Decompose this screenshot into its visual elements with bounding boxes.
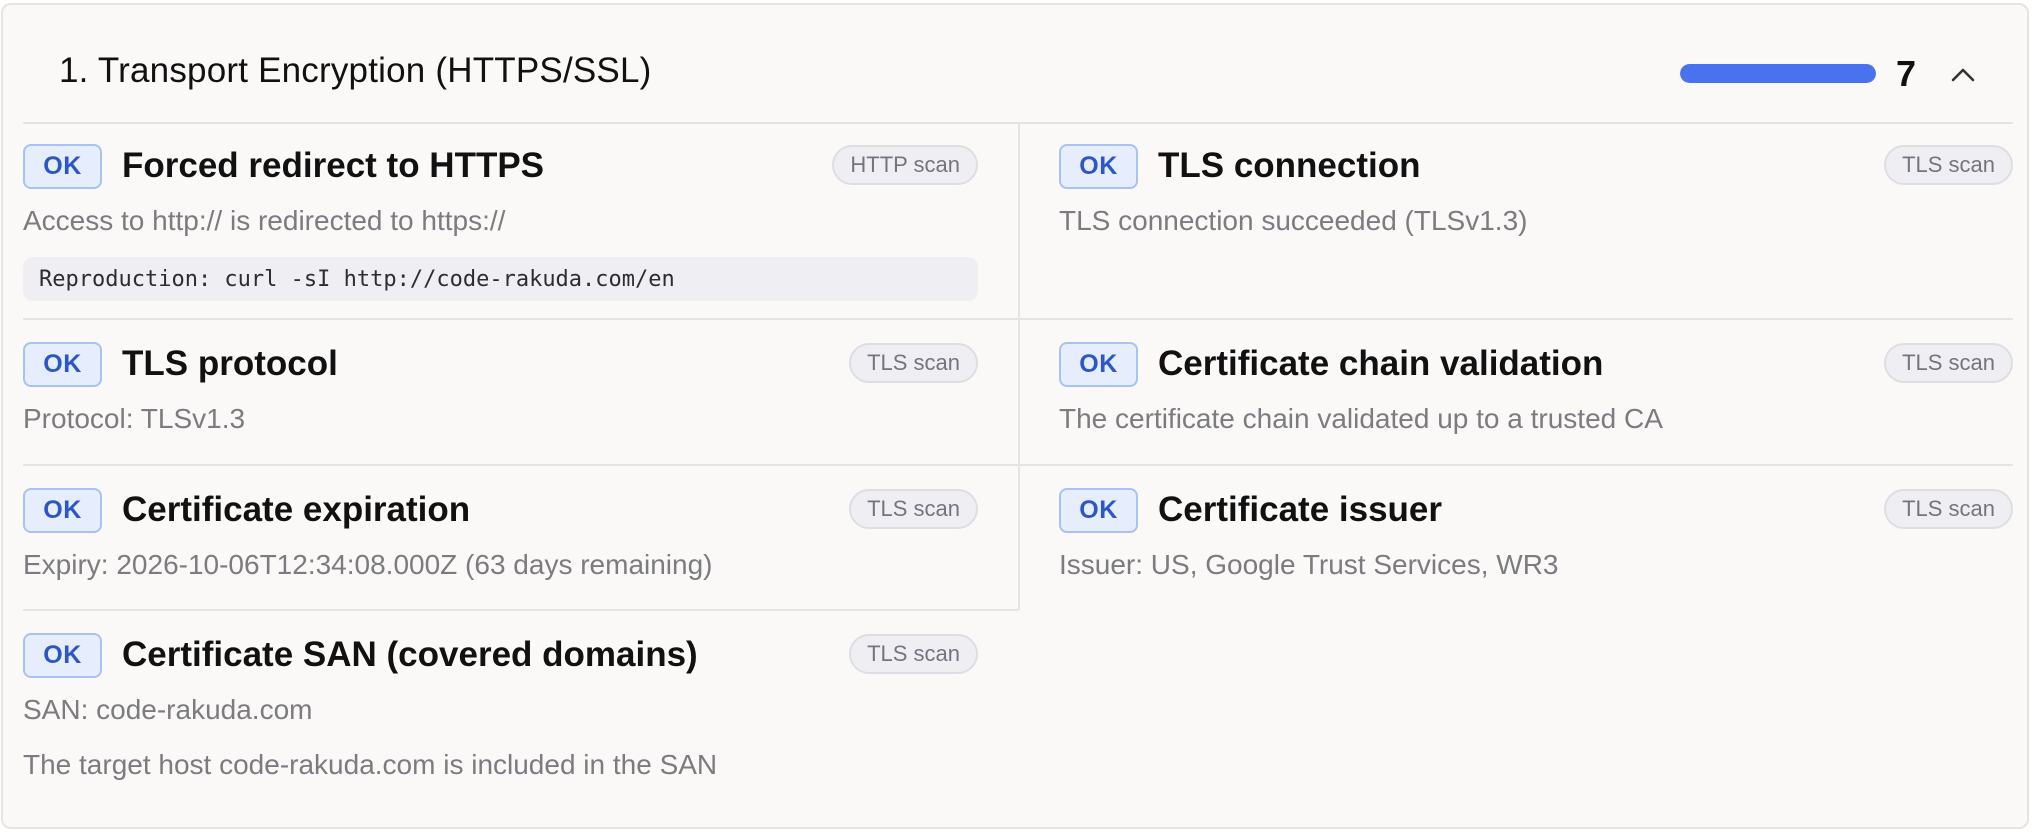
section-title: 1. Transport Encryption (HTTPS/SSL) [59,51,652,90]
check-title: TLS protocol [122,344,338,383]
divider [1018,122,1020,610]
status-badge: OK [1059,342,1138,387]
check-item: OK Certificate SAN (covered domains) TLS… [23,633,978,803]
scan-tag: TLS scan [1884,489,2013,529]
check-description: Expiry: 2026-10-06T12:34:08.000Z (63 day… [23,549,713,580]
progress-fill [1680,64,1876,83]
check-title: Certificate issuer [1158,490,1443,529]
status-badge: OK [23,633,102,678]
reproduction-command: Reproduction: curl -sI http://code-rakud… [23,257,978,301]
check-title: Forced redirect to HTTPS [122,146,545,185]
status-badge: OK [1059,144,1138,189]
check-description: The target host code-rakuda.com is inclu… [23,749,718,780]
check-item: OK Forced redirect to HTTPS HTTP scan Ac… [23,144,978,304]
check-description: Access to http:// is redirected to https… [23,205,506,236]
check-item: OK TLS connection TLS scan TLS connectio… [1059,144,2013,304]
status-badge: OK [23,342,102,387]
status-badge: OK [23,144,102,189]
check-description: Protocol: TLSv1.3 [23,403,246,434]
section-header[interactable]: 1. Transport Encryption (HTTPS/SSL) 7 [3,5,2027,122]
check-description: Issuer: US, Google Trust Services, WR3 [1059,549,1559,580]
check-title: TLS connection [1158,146,1421,185]
scan-tag: TLS scan [849,489,978,529]
status-badge: OK [1059,488,1138,533]
scan-tag: TLS scan [849,343,978,383]
scan-tag: TLS scan [1884,343,2013,383]
scan-tag: TLS scan [1884,145,2013,185]
check-description: The certificate chain validated up to a … [1059,403,1663,434]
transport-encryption-panel: 1. Transport Encryption (HTTPS/SSL) 7 OK… [1,3,2029,829]
check-item: OK TLS protocol TLS scan Protocol: TLSv1… [23,342,978,452]
scan-tag: HTTP scan [832,145,978,185]
check-description: SAN: code-rakuda.com [23,694,313,725]
divider [23,609,1019,611]
check-item: OK Certificate issuer TLS scan Issuer: U… [1059,488,2013,598]
check-title: Certificate expiration [122,490,471,529]
scan-tag: TLS scan [849,634,978,674]
status-badge: OK [23,488,102,533]
collapse-button[interactable] [1943,55,1983,95]
check-item: OK Certificate expiration TLS scan Expir… [23,488,978,598]
chevron-up-icon [1951,68,1975,82]
check-title: Certificate SAN (covered domains) [122,635,698,674]
check-count: 7 [1896,53,1917,94]
check-item: OK Certificate chain validation TLS scan… [1059,342,2013,452]
check-description: TLS connection succeeded (TLSv1.3) [1059,205,1528,236]
progress-bar [1680,64,1876,83]
check-title: Certificate chain validation [1158,344,1604,383]
